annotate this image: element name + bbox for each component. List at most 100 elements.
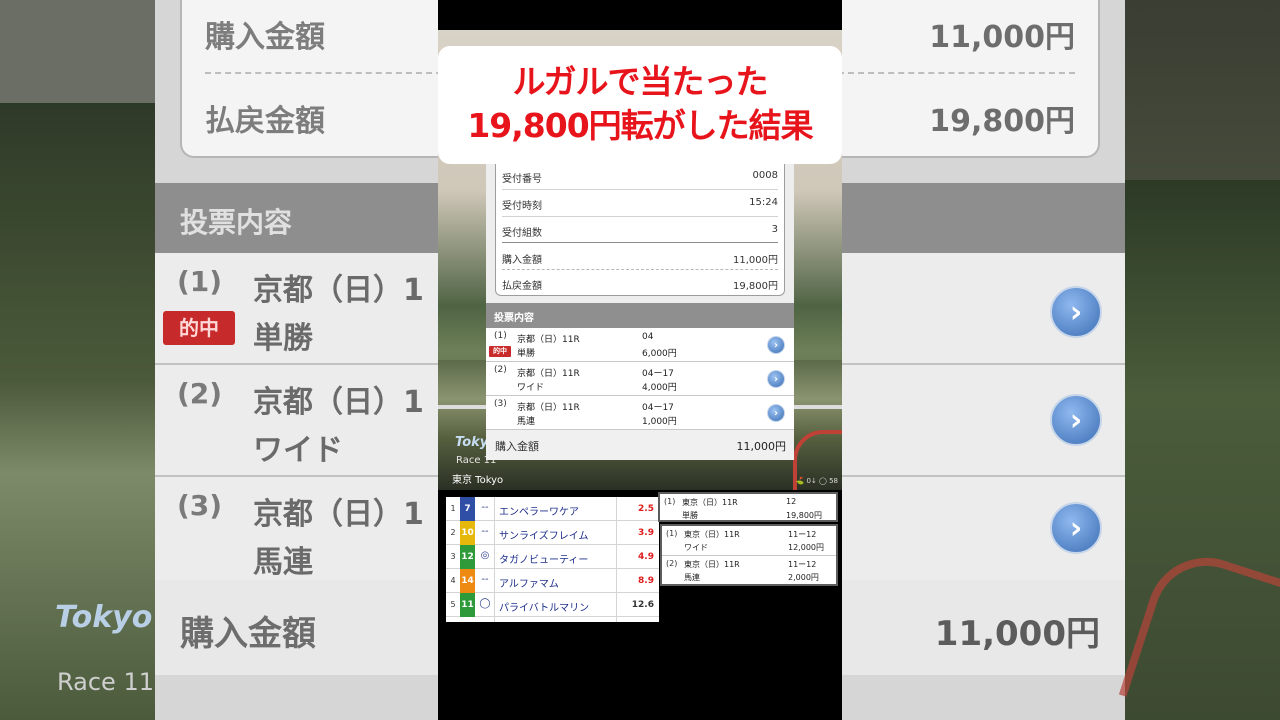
bet-amount: 1,000円 [642, 417, 677, 427]
bet-row[interactable]: (1) 的中 京都（日）11R 単勝 04 6,000円 › [486, 328, 794, 362]
odds-row: 1 7 -- エンペラーワケア 2.5 [446, 497, 659, 521]
result-combination: 11ー12 [788, 530, 817, 539]
result-type: 単勝 [682, 511, 698, 520]
prediction-mark: -- [481, 574, 489, 585]
result-slot: (1) 東京（日）11R ワイド 11ー12 12,000円 [662, 526, 836, 556]
info-value: 15:24 [749, 197, 778, 208]
result-venue: 東京（日）11R [684, 560, 740, 569]
bg-bet-venue: 京都（日）1 [253, 273, 424, 308]
bet-section-header: 投票内容 [486, 303, 794, 328]
bet-combination: 04ー17 [642, 369, 674, 379]
odds-row: 3 12 ◎ タガノビューティー 4.9 [446, 545, 659, 569]
odds-row: 5 11 ◯ パライバトルマリン 12.6 [446, 593, 659, 617]
info-value: 11,000円 [733, 255, 778, 266]
bg-bet-number: (3) [177, 489, 223, 522]
info-label: 購入金額 [502, 255, 542, 266]
info-row-receipt-number: 受付番号 0008 [502, 162, 778, 189]
info-value: 0008 [752, 170, 778, 181]
result-amount: 12,000円 [788, 543, 824, 552]
bet-section-title: 投票内容 [494, 313, 534, 324]
bet-row[interactable]: (3) 京都（日）11R 馬連 04ー17 1,000円 › [486, 396, 794, 430]
table-column-line [616, 497, 617, 622]
chevron-right-icon[interactable]: › [767, 404, 785, 422]
table-column-line [494, 497, 495, 622]
headline-banner: ルガルで当たった 19,800円転がした結果 [438, 46, 842, 164]
prediction-mark: ◯ [479, 598, 491, 609]
bet-amount: 6,000円 [642, 349, 677, 359]
prediction-mark: ◎ [480, 550, 490, 561]
betting-ticket: 受付番号 0008 受付時刻 15:24 受付組数 3 購入金額 11,000円… [486, 160, 794, 460]
venue-label: 東京 Tokyo [452, 475, 504, 486]
bg-purchase-value: 11,000円 [929, 20, 1075, 55]
bet-amount: 4,000円 [642, 383, 677, 393]
result-venue: 東京（日）11R [684, 530, 740, 539]
bet-number: (3) [494, 399, 507, 409]
result-type: ワイド [684, 543, 708, 552]
odds-value: 8.9 [638, 576, 654, 586]
odds-value: 12.6 [631, 600, 654, 610]
bg-tokyo-logo: Tokyo [55, 600, 153, 635]
prediction-mark: -- [481, 502, 489, 513]
bet-venue: 京都（日）11R [517, 335, 580, 345]
bet-venue: 京都（日）11R [517, 369, 580, 379]
bet-combination: 04ー17 [642, 403, 674, 413]
chevron-right-icon[interactable]: › [767, 336, 785, 354]
bg-total-value: 11,000円 [934, 614, 1100, 654]
info-label: 受付番号 [502, 174, 542, 185]
result-type: 馬連 [684, 573, 700, 582]
info-row-purchase-amount: 購入金額 11,000円 [502, 243, 778, 270]
chevron-right-icon[interactable]: › [767, 370, 785, 388]
total-label: 購入金額 [495, 440, 539, 453]
info-label: 受付組数 [502, 228, 542, 239]
bg-payout-label: 払戻金額 [205, 104, 325, 139]
odds-value: 2.5 [638, 504, 654, 514]
bg-hit-badge: 的中 [163, 311, 235, 345]
bet-type: 単勝 [517, 349, 536, 359]
odds-rank: 3 [450, 552, 456, 561]
bg-bet-kind: ワイド [253, 433, 343, 468]
headline-line-2: 19,800円転がした結果 [467, 106, 813, 145]
odds-rank: 1 [450, 504, 456, 513]
prediction-mark: -- [481, 526, 489, 537]
bet-type: 馬連 [517, 417, 536, 427]
odds-row: 2 10 -- サンライズフレイム 3.9 [446, 521, 659, 545]
bg-bet-kind: 単勝 [253, 321, 313, 356]
result-slot: (2) 東京（日）11R 馬連 11ー12 2,000円 [662, 556, 836, 586]
horse-name: サンライズフレイム [499, 531, 589, 542]
odds-table: 1 7 -- エンペラーワケア 2.5 2 10 -- サンライズフレイム 3.… [446, 497, 659, 622]
bet-combination: 04 [642, 332, 654, 342]
info-row-receipt-time: 受付時刻 15:24 [502, 189, 778, 216]
bg-chevron-right-icon: › [1050, 286, 1102, 338]
info-row-payout-amount: 払戻金額 19,800円 [502, 269, 778, 296]
total-value: 11,000円 [736, 440, 787, 453]
odds-row: 4 14 -- アルファマム 8.9 [446, 569, 659, 593]
headline-line-1: ルガルで当たった [512, 62, 768, 101]
odds-rank: 2 [450, 528, 456, 537]
horse-name: エンペラーワケア [499, 507, 579, 518]
bg-bet-kind: 馬連 [253, 545, 313, 580]
horse-number: 10 [460, 521, 475, 545]
bg-bet-venue: 京都（日）1 [253, 385, 424, 420]
broadcast-stats: ⛳ 0↓ ◯ 58 [795, 477, 838, 485]
odds-value: 3.9 [638, 528, 654, 538]
bg-chevron-right-icon: › [1050, 502, 1102, 554]
bg-chevron-right-icon: › [1050, 394, 1102, 446]
odds-rank: 4 [450, 576, 456, 585]
video-frame: Tokyo Race 11 東京 Tokyo ⛳ 0↓ ◯ 58 ルガルで当たっ… [438, 0, 842, 720]
result-slot: (1) 東京（日）11R 単勝 12 19,800円 [660, 494, 836, 524]
horse-number: 12 [460, 545, 475, 569]
info-label: 受付時刻 [502, 201, 542, 212]
bet-type: ワイド [517, 383, 545, 393]
odds-rank: 5 [450, 600, 456, 609]
info-label: 払戻金額 [502, 281, 542, 292]
bet-venue: 京都（日）11R [517, 403, 580, 413]
result-combination: 12 [786, 497, 797, 506]
bg-bet-venue: 京都（日）1 [253, 497, 424, 532]
bet-row[interactable]: (2) 京都（日）11R ワイド 04ー17 4,000円 › [486, 362, 794, 396]
result-amount: 2,000円 [788, 573, 819, 582]
info-row-combinations: 受付組数 3 [502, 216, 778, 243]
info-value: 3 [771, 224, 778, 235]
total-row: 購入金額 11,000円 [486, 430, 794, 460]
result-amount: 19,800円 [786, 511, 822, 520]
bg-section-title: 投票内容 [180, 206, 293, 239]
